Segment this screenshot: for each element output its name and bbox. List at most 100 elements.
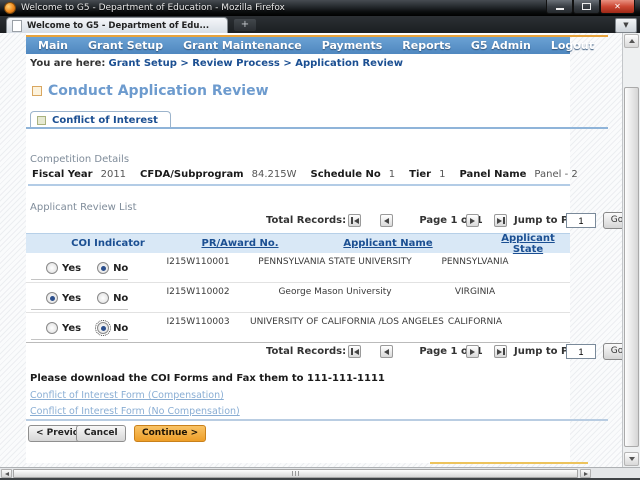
coi-no-label: No [113,293,128,304]
page-title: Conduct Application Review [32,83,269,99]
coi-yes-label: Yes [62,293,81,304]
scroll-right-icon [584,472,588,476]
competition-underline [28,184,570,186]
tab-label: Conflict of Interest [52,115,158,126]
applicant-name: UNIVERSITY OF CALIFORNIA /LOS ANGELES [250,312,420,342]
applicant-state: CALIFORNIA [420,312,530,342]
list-tabs-button[interactable]: ▼ [615,18,637,33]
tab-bullet-icon [37,116,46,125]
vertical-scrollbar[interactable] [622,33,640,467]
firefox-icon [4,2,16,14]
page-title-bullet-icon [32,86,42,96]
competition-details-label: Competition Details [30,154,129,165]
coi-no-radio[interactable] [97,262,109,274]
applicant-review-list-label: Applicant Review List [30,202,137,213]
tab-conflict-of-interest[interactable]: Conflict of Interest [30,111,171,128]
breadcrumb-path[interactable]: Grant Setup > Review Process > Applicati… [109,58,403,69]
horizontal-scrollbar[interactable] [0,467,640,478]
column-pr-award-no[interactable]: PR/Award No. [190,238,290,249]
window-titlebar: Welcome to G5 - Department of Education … [0,0,640,16]
browser-window: Welcome to G5 - Department of Education … [0,0,640,480]
window-title: Welcome to G5 - Department of Education … [21,3,285,13]
next-page-button[interactable] [466,214,479,227]
nav-item-main[interactable]: Main [38,39,68,52]
previous-page-button[interactable] [380,214,393,227]
tab-underline [26,127,608,129]
award-no: I215W110001 [146,252,250,282]
scroll-up-button[interactable] [624,34,639,48]
coi-no-radio[interactable] [97,292,109,304]
new-tab-button[interactable]: + [234,19,256,31]
previous-page-button[interactable] [380,345,393,358]
nav-item-grant-setup[interactable]: Grant Setup [88,39,163,52]
jump-to-page-input[interactable] [566,344,596,359]
coi-form-compensation-link[interactable]: Conflict of Interest Form (Compensation) [30,390,224,401]
scroll-right-button[interactable] [580,469,591,478]
last-page-button[interactable] [494,345,507,358]
coi-form-no-compensation-link[interactable]: Conflict of Interest Form (No Compensati… [30,406,240,417]
last-page-icon [497,218,502,224]
pager-bottom: Total Records: 3 Page 1 of 1 Jump to Pag… [236,343,636,361]
coi-yes-radio[interactable] [46,262,58,274]
page-content: Main Grant Setup Grant Maintenance Payme… [26,33,570,463]
coi-yes-label: Yes [62,263,81,274]
pager-top: Total Records: 3 Page 1 of 1 Jump to Pag… [236,212,636,230]
table-row: Yes No I215W110003 UNIVERSITY OF CALIFOR… [26,312,570,343]
first-page-button[interactable] [348,345,361,358]
table-row: Yes No I215W110001 PENNSYLVANIA STATE UN… [26,252,570,283]
nav-item-payments[interactable]: Payments [322,39,383,52]
next-page-icon [470,349,475,355]
schedule-no-label: Schedule No [311,169,381,180]
maximize-icon [582,3,591,10]
next-page-button[interactable] [466,345,479,358]
applicant-name: PENNSYLVANIA STATE UNIVERSITY [250,252,420,282]
horizontal-scrollbar-thumb[interactable] [13,469,578,478]
schedule-no-value: 1 [389,169,395,180]
first-page-button[interactable] [348,214,361,227]
close-button[interactable]: ✕ [600,0,635,14]
nav-item-logout[interactable]: Logout [551,39,594,52]
browser-tab-title: Welcome to G5 - Department of Edu... [27,21,209,31]
scroll-down-button[interactable] [624,452,639,466]
coi-fax-instruction: Please download the COI Forms and Fax th… [30,373,385,384]
column-applicant-name[interactable]: Applicant Name [290,238,486,249]
page-icon [12,20,22,32]
coi-yes-label: Yes [62,323,81,334]
coi-no-radio[interactable] [97,322,109,334]
tier-value: 1 [439,169,445,180]
scroll-down-icon [629,457,635,461]
browser-tab[interactable]: Welcome to G5 - Department of Edu... [6,17,228,33]
table-header: COI Indicator PR/Award No. Applicant Nam… [26,233,570,253]
minimize-button[interactable] [546,0,573,14]
last-page-button[interactable] [494,214,507,227]
coi-yes-radio[interactable] [46,322,58,334]
panel-name-value: Panel - 2 [534,169,577,180]
coi-no-label: No [113,323,128,334]
fiscal-year-label: Fiscal Year [32,169,93,180]
footer-divider [26,419,608,421]
coi-radio-group: Yes No [46,292,146,304]
scroll-left-icon [5,472,9,476]
last-page-icon [497,349,502,355]
previous-page-icon [384,349,389,355]
table-row: Yes No I215W110002 George Mason Universi… [26,282,570,313]
nav-item-g5-admin[interactable]: G5 Admin [471,39,531,52]
cfda-value: 84.215W [252,169,297,180]
page-background: Main Grant Setup Grant Maintenance Payme… [0,33,640,467]
coi-yes-radio[interactable] [46,292,58,304]
maximize-button[interactable] [573,0,600,14]
main-navigation: Main Grant Setup Grant Maintenance Payme… [26,37,570,54]
coi-no-label: No [113,263,128,274]
competition-details: Fiscal Year2011 CFDA/Subprogram84.215W S… [32,169,578,180]
vertical-scrollbar-thumb[interactable] [624,87,639,447]
continue-button[interactable]: Continue > [134,425,206,442]
applicant-state: PENNSYLVANIA [420,252,530,282]
nav-item-reports[interactable]: Reports [402,39,451,52]
page-title-text: Conduct Application Review [48,83,269,99]
tier-label: Tier [409,169,431,180]
jump-to-page-input[interactable] [566,213,596,228]
scroll-left-button[interactable] [1,469,12,478]
nav-item-grant-maintenance[interactable]: Grant Maintenance [183,39,302,52]
panel-name-label: Panel Name [459,169,526,180]
cancel-button[interactable]: Cancel [76,425,126,442]
